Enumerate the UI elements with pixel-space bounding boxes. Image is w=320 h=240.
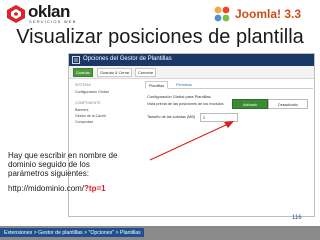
save-button[interactable]: Guardar xyxy=(73,68,93,77)
screenshot-header-title: Opciones del Gestor de Plantillas xyxy=(83,56,172,62)
footer-path: Extensiones > Gestor de plantillas > "Op… xyxy=(0,228,144,237)
screenshot-toolbar: Guardar Guardar & Cerrar Cancelar xyxy=(69,66,314,79)
note-line: parámetros siguientes: xyxy=(8,169,89,179)
sidebar-item-check[interactable]: Comprobar xyxy=(75,120,93,124)
tab-templates[interactable]: Plantillas xyxy=(145,81,169,89)
cancel-button[interactable]: Cancelar xyxy=(135,68,157,77)
preview-positions-on-button[interactable]: Activado xyxy=(232,99,268,109)
upload-size-input[interactable]: 2 xyxy=(200,113,238,122)
sidebar-heading-system: SISTEMA xyxy=(75,83,91,87)
preview-positions-label: Vista previa de las posiciones de los mó… xyxy=(147,102,224,106)
joomla-version-badge: Joomla! 3.3 xyxy=(212,4,318,26)
note-line: dominio seguido de los xyxy=(8,160,90,170)
oklan-logo-icon xyxy=(7,5,25,23)
form-heading: Configuración Global para Plantillas xyxy=(147,94,211,99)
note-line: Hay que escribir en nombre de xyxy=(8,151,118,160)
options-icon xyxy=(72,56,80,64)
save-close-button[interactable]: Guardar & Cerrar xyxy=(97,68,133,77)
slide-title: Visualizar posiciones de plantilla xyxy=(16,26,304,48)
screenshot-tabs: Plantillas Permisos xyxy=(145,81,313,89)
page-number: 116 xyxy=(292,215,302,221)
brand-tagline: SERVICIOS WEB xyxy=(29,19,77,24)
joomla-version-label: Joomla! 3.3 xyxy=(235,7,302,21)
instruction-note: Hay que escribir en nombre de dominio se… xyxy=(8,151,163,179)
screenshot-sidebar: SISTEMA Configuración Global COMPONENTE … xyxy=(69,80,141,216)
sidebar-item-global-config[interactable]: Configuración Global xyxy=(75,90,109,94)
url-parameter: ?tp=1 xyxy=(84,184,106,193)
screenshot-header: Opciones del Gestor de Plantillas xyxy=(69,54,314,66)
upload-size-label: Tamaño de las subidas (MB) xyxy=(147,115,196,119)
sidebar-item-banners[interactable]: Banners xyxy=(75,108,88,112)
example-url: http://midominio.com/?tp=1 xyxy=(8,184,106,193)
sidebar-heading-component: COMPONENTE xyxy=(75,101,101,105)
url-base: http://midominio.com/ xyxy=(8,184,85,193)
sidebar-item-cache[interactable]: Gestor de la Caché xyxy=(75,114,106,118)
tab-permissions[interactable]: Permisos xyxy=(173,81,195,89)
preview-positions-off-button[interactable]: Desactivado xyxy=(268,99,308,109)
joomla-logo-icon xyxy=(214,6,230,22)
